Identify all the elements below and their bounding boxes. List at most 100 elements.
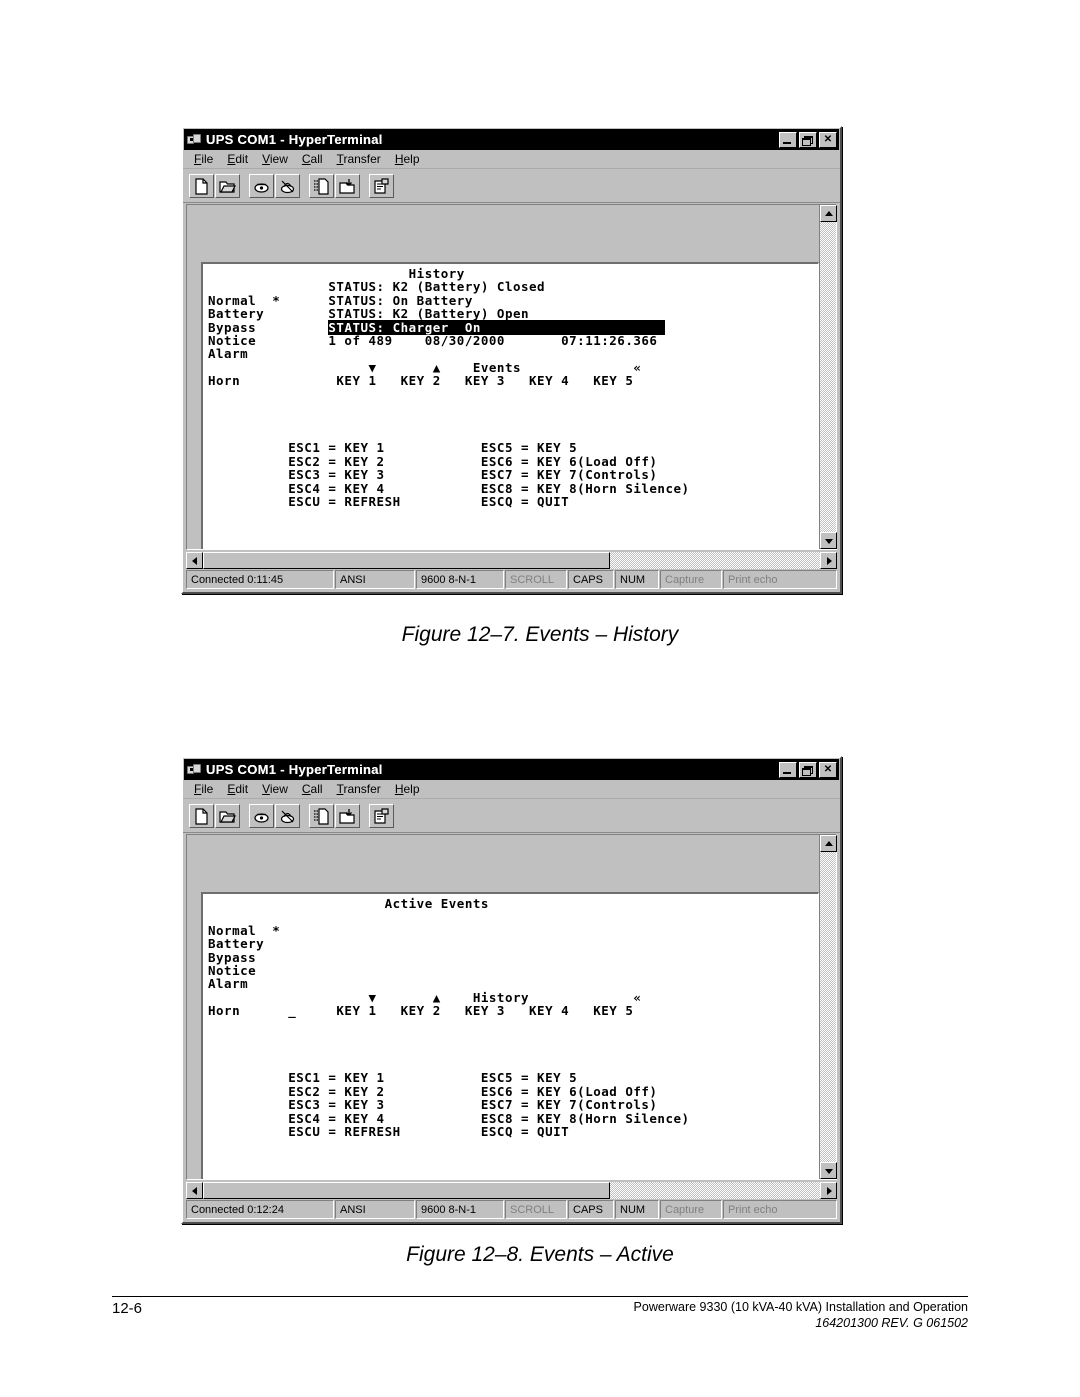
scroll-up-arrow-icon[interactable] bbox=[820, 835, 837, 852]
menu-call[interactable]: Call bbox=[295, 781, 330, 797]
scroll-down-arrow-icon[interactable] bbox=[820, 1162, 837, 1179]
menu-file[interactable]: File bbox=[187, 151, 220, 167]
scroll-right-arrow-icon[interactable] bbox=[820, 1182, 837, 1199]
menu-help[interactable]: Help bbox=[388, 151, 427, 167]
minimize-button[interactable] bbox=[779, 761, 797, 778]
terminal-line: Bypass STATUS: Charger On bbox=[208, 319, 666, 335]
terminal-line: STATUS: K2 (Battery) Closed bbox=[208, 279, 546, 295]
open-file-icon[interactable] bbox=[215, 173, 240, 198]
call-icon[interactable] bbox=[249, 173, 274, 198]
status-connected: Connected 0:11:45 bbox=[186, 570, 334, 589]
horizontal-scrollbar[interactable] bbox=[186, 1181, 837, 1200]
vertical-scrollbar[interactable] bbox=[819, 205, 837, 549]
hscroll-thumb[interactable] bbox=[203, 1182, 611, 1199]
hscroll-track[interactable] bbox=[203, 1182, 820, 1199]
terminal-line: Alarm bbox=[208, 346, 249, 362]
menu-call-rest: all bbox=[310, 152, 323, 166]
window-controls[interactable]: ✕ bbox=[779, 131, 837, 148]
status-bar: Connected 0:11:45 ANSI 9600 8-N-1 SCROLL… bbox=[186, 570, 837, 589]
hscroll-track[interactable] bbox=[203, 552, 820, 569]
title-bar[interactable]: UPS COM1 - HyperTerminal ✕ bbox=[184, 759, 839, 780]
toolbar[interactable] bbox=[183, 169, 840, 203]
close-button[interactable]: ✕ bbox=[819, 131, 837, 148]
properties-icon[interactable] bbox=[369, 803, 394, 828]
terminal-screen-history[interactable]: History STATUS: K2 (Battery) Closed Norma… bbox=[201, 262, 819, 549]
send-file-icon[interactable] bbox=[309, 803, 334, 828]
toolbar-group-call bbox=[249, 803, 300, 828]
menu-help-rest: elp bbox=[403, 152, 420, 166]
menu-edit[interactable]: Edit bbox=[220, 781, 255, 797]
horizontal-scrollbar[interactable] bbox=[186, 551, 837, 570]
new-connection-icon[interactable] bbox=[189, 173, 214, 198]
menu-call[interactable]: Call bbox=[295, 151, 330, 167]
send-file-icon[interactable] bbox=[309, 173, 334, 198]
menu-file-rest: ile bbox=[201, 152, 214, 166]
terminal-line: History bbox=[208, 266, 465, 281]
figure-caption-12-8: Figure 12–8. Events – Active bbox=[406, 1243, 674, 1266]
close-button[interactable]: ✕ bbox=[819, 761, 837, 778]
toolbar[interactable] bbox=[183, 799, 840, 833]
menu-call-rest: all bbox=[310, 782, 323, 796]
scroll-left-arrow-icon[interactable] bbox=[186, 1182, 203, 1199]
vertical-scrollbar[interactable] bbox=[819, 835, 837, 1179]
menu-bar[interactable]: File Edit View Call Transfer Help bbox=[183, 780, 840, 799]
footer-reference: Powerware 9330 (10 kVA-40 kVA) Installat… bbox=[634, 1300, 968, 1330]
menu-view[interactable]: View bbox=[255, 781, 295, 797]
new-connection-icon[interactable] bbox=[189, 803, 214, 828]
status-num: NUM bbox=[615, 1200, 659, 1219]
disconnect-icon[interactable] bbox=[275, 173, 300, 198]
terminal-screen-active[interactable]: Active Events Normal * Battery Bypass Notic… bbox=[201, 892, 819, 1179]
terminal-line: ESC3 = KEY 3 ESC7 = KEY 7(Controls) bbox=[208, 467, 658, 483]
scroll-left-arrow-icon[interactable] bbox=[186, 552, 203, 569]
window-title: UPS COM1 - HyperTerminal bbox=[206, 762, 383, 777]
hyperterminal-window-active[interactable]: UPS COM1 - HyperTerminal ✕ File Edit Vie… bbox=[181, 756, 842, 1224]
terminal-text-history: History STATUS: K2 (Battery) Closed Norma… bbox=[203, 264, 818, 509]
menu-file[interactable]: File bbox=[187, 781, 220, 797]
restore-button[interactable] bbox=[799, 131, 817, 148]
status-num: NUM bbox=[615, 570, 659, 589]
receive-file-icon[interactable] bbox=[335, 803, 360, 828]
scroll-right-arrow-icon[interactable] bbox=[820, 552, 837, 569]
call-icon[interactable] bbox=[249, 803, 274, 828]
window-title: UPS COM1 - HyperTerminal bbox=[206, 132, 383, 147]
menu-edit-rest: dit bbox=[235, 152, 249, 166]
menu-transfer[interactable]: Transfer bbox=[330, 781, 388, 797]
terminal-line: Horn _ KEY 1 KEY 2 KEY 3 KEY 4 KEY 5 bbox=[208, 1003, 634, 1019]
open-file-icon[interactable] bbox=[215, 803, 240, 828]
terminal-line: Notice 1 of 489 08/30/2000 07:11:26.366 bbox=[208, 333, 658, 349]
menu-help-rest: elp bbox=[403, 782, 420, 796]
minimize-button[interactable] bbox=[779, 131, 797, 148]
receive-file-icon[interactable] bbox=[335, 173, 360, 198]
hyperterminal-window-history[interactable]: UPS COM1 - HyperTerminal ✕ File Edit Vie… bbox=[181, 126, 842, 594]
menu-help[interactable]: Help bbox=[388, 781, 427, 797]
toolbar-group-connection bbox=[189, 803, 240, 828]
menu-view-rest: iew bbox=[269, 782, 288, 796]
hyperterminal-icon bbox=[187, 133, 202, 147]
restore-button[interactable] bbox=[799, 761, 817, 778]
scroll-down-arrow-icon[interactable] bbox=[820, 532, 837, 549]
terminal-line: ESC4 = KEY 4 ESC8 = KEY 8(Horn Silence) bbox=[208, 480, 690, 496]
scroll-up-arrow-icon[interactable] bbox=[820, 205, 837, 222]
menu-bar[interactable]: File Edit View Call Transfer Help bbox=[183, 150, 840, 169]
terminal-line: ▼ ▲ Events « bbox=[208, 359, 642, 375]
footer-divider bbox=[112, 1296, 968, 1297]
menu-transfer[interactable]: Transfer bbox=[330, 151, 388, 167]
title-bar[interactable]: UPS COM1 - HyperTerminal ✕ bbox=[184, 129, 839, 150]
hscroll-thumb[interactable] bbox=[203, 552, 611, 569]
properties-icon[interactable] bbox=[369, 173, 394, 198]
status-line-settings: 9600 8-N-1 bbox=[416, 570, 504, 589]
disconnect-icon[interactable] bbox=[275, 803, 300, 828]
toolbar-group-connection bbox=[189, 173, 240, 198]
terminal-line: Normal * STATUS: On Battery bbox=[208, 292, 473, 308]
window-controls[interactable]: ✕ bbox=[779, 761, 837, 778]
terminal-line: ESC3 = KEY 3 ESC7 = KEY 7(Controls) bbox=[208, 1097, 658, 1113]
terminal-line: ESC1 = KEY 1 ESC5 = KEY 5 bbox=[208, 440, 578, 456]
menu-edit[interactable]: Edit bbox=[220, 151, 255, 167]
status-emulation: ANSI bbox=[335, 570, 415, 589]
menu-view[interactable]: View bbox=[255, 151, 295, 167]
